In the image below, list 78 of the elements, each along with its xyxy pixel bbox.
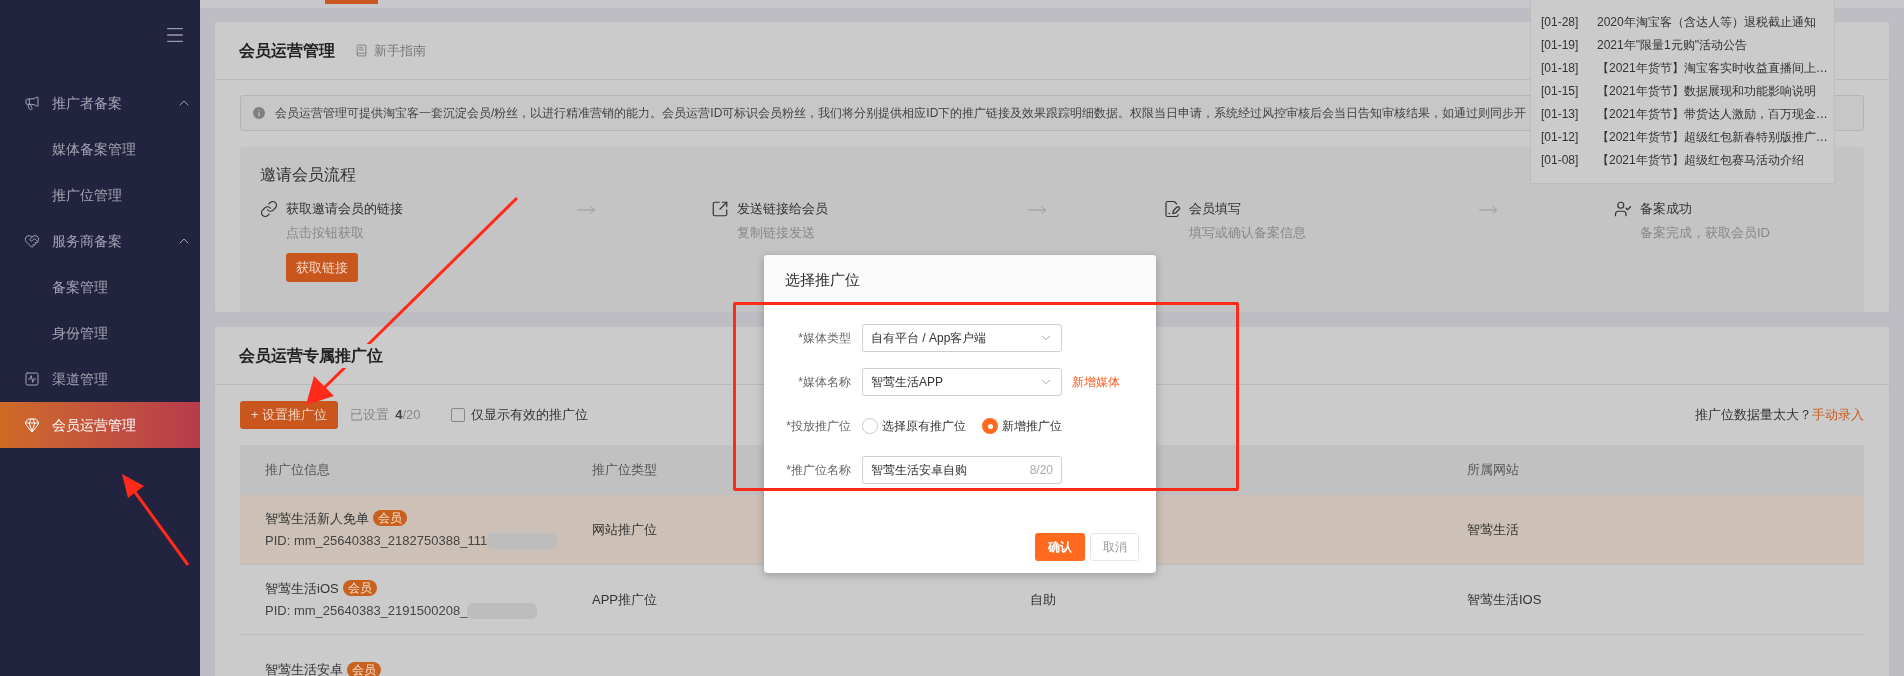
table-cell-text: 智莺生活 — [1467, 520, 1519, 539]
field-label: *媒体名称 — [798, 374, 851, 391]
user-check-icon — [1613, 200, 1632, 218]
radio-label: 新增推广位 — [1002, 418, 1062, 435]
news-date: [01-19] — [1541, 36, 1580, 54]
diamond-icon — [24, 417, 40, 433]
checkbox-label: 仅显示有效的推广位 — [470, 406, 588, 425]
column-header: 所属网站 — [1467, 461, 1519, 480]
news-date: [01-18] — [1541, 59, 1580, 77]
slot-name: 智莺生活新人免单 — [265, 509, 369, 528]
step-subtitle: 填写或确认备案信息 — [1188, 224, 1306, 242]
news-link[interactable]: 【2021年货节】超级红包新春特别版推广… — [1597, 127, 1828, 146]
member-badge: 会员 — [347, 661, 381, 676]
sidebar-subitem[interactable]: 媒体备案管理 — [0, 126, 200, 172]
input-field[interactable]: 智莺生活安卓自购 8/20 — [862, 456, 1062, 484]
step-title: 获取邀请会员的链接 — [286, 200, 403, 218]
news-date: [01-15] — [1541, 82, 1580, 100]
section-title: 会员运营专属推广位 — [239, 343, 383, 368]
radio-label: 选择原有推广位 — [882, 418, 966, 435]
count-value: 4/20 — [395, 406, 421, 425]
tab-indicator — [325, 0, 378, 4]
handshake-icon — [24, 233, 40, 249]
select-field[interactable]: 自有平台 / App客户端 — [862, 324, 1062, 352]
sidebar-subitem[interactable]: 备案管理 — [0, 264, 200, 310]
wave-square-icon — [24, 371, 40, 387]
news-link[interactable]: 2021年"限量1元购"活动公告 — [1597, 35, 1747, 54]
document-pen-icon — [1162, 200, 1181, 218]
news-date: [01-28] — [1541, 13, 1580, 31]
slot-name: 智莺生活安卓 — [265, 660, 343, 676]
radio-button[interactable] — [982, 418, 998, 434]
count-label: 已设置 — [350, 406, 390, 425]
add-media-link[interactable]: 新增媒体 — [1072, 373, 1120, 391]
news-link[interactable]: 【2021年货节】淘宝客实时收益直播间上… — [1597, 58, 1828, 77]
sidebar-subitem[interactable]: 身份管理 — [0, 310, 200, 356]
field-label: *投放推广位 — [786, 418, 851, 435]
table-cell-text: 智莺生活IOS — [1467, 590, 1542, 609]
share-icon — [711, 200, 730, 218]
add-slot-button[interactable]: + 设置推广位 — [240, 401, 339, 429]
notice-text: 会员运营管理可提供淘宝客一套沉淀会员/粉丝，以进行精准营销的能力。会员运营ID可标识会员粉丝，我们将分别提供相应ID下的推广链接及效果跟踪明细数据。权限当日申请，系统经过风控审核后会当日告知审核结果，如通过则同步开 — [275, 105, 1527, 122]
table-cell-text: 网站推广位 — [592, 520, 657, 539]
column-header: 推广位信息 — [264, 461, 330, 480]
column-header: 推广位类型 — [592, 461, 657, 480]
megaphone-icon — [24, 95, 40, 111]
step-title: 发送链接给会员 — [737, 200, 829, 218]
page-title: 会员运营管理 — [239, 40, 335, 61]
select-field[interactable]: 智莺生活APP — [862, 368, 1062, 396]
field-label: *媒体类型 — [798, 330, 851, 347]
sidebar-item[interactable]: 推广者备案 — [0, 80, 200, 126]
step-title: 会员填写 — [1188, 200, 1241, 218]
news-link[interactable]: 【2021年货节】带货达人激励，百万现金… — [1597, 104, 1828, 123]
news-date: [01-13] — [1541, 105, 1580, 123]
dialog-title: 选择推广位 — [785, 270, 860, 291]
member-badge: 会员 — [373, 510, 407, 527]
pid-text: PID: mm_25640383_2191500208_ — [265, 602, 468, 620]
table-cell-text: 自助 — [1030, 590, 1056, 609]
radio-button[interactable] — [862, 418, 878, 434]
process-title: 邀请会员流程 — [260, 165, 356, 185]
sidebar-item[interactable]: 服务商备案 — [0, 218, 200, 264]
table-cell-text: APP推广位 — [592, 590, 657, 609]
sidebar-item[interactable]: 渠道管理 — [0, 356, 200, 402]
news-link[interactable]: 【2021年货节】数据展现和功能影响说明 — [1597, 81, 1816, 100]
member-badge: 会员 — [342, 580, 377, 597]
news-link[interactable]: 2020年淘宝客（含达人等）退税截止通知 — [1597, 12, 1816, 31]
checkbox[interactable] — [450, 408, 465, 422]
news-date: [01-08] — [1541, 151, 1580, 169]
info-icon — [251, 105, 267, 121]
link-icon — [260, 200, 278, 218]
news-link[interactable]: 【2021年货节】超级红包赛马活动介绍 — [1597, 150, 1804, 169]
pid-text: PID: mm_25640383_2182750388_111 — [265, 532, 488, 550]
field-label: *推广位名称 — [786, 462, 851, 479]
hint-text: 推广位数据量太大？ — [1695, 406, 1812, 425]
step-title: 备案成功 — [1639, 200, 1692, 218]
slot-name: 智莺生活iOS — [265, 579, 339, 598]
news-date: [01-12] — [1541, 128, 1580, 146]
get-link-button[interactable]: 获取链接 — [286, 253, 358, 282]
sidebar-item[interactable]: 会员运营管理 — [0, 402, 200, 448]
sidebar-subitem[interactable]: 推广位管理 — [0, 172, 200, 218]
book-icon — [355, 44, 368, 57]
